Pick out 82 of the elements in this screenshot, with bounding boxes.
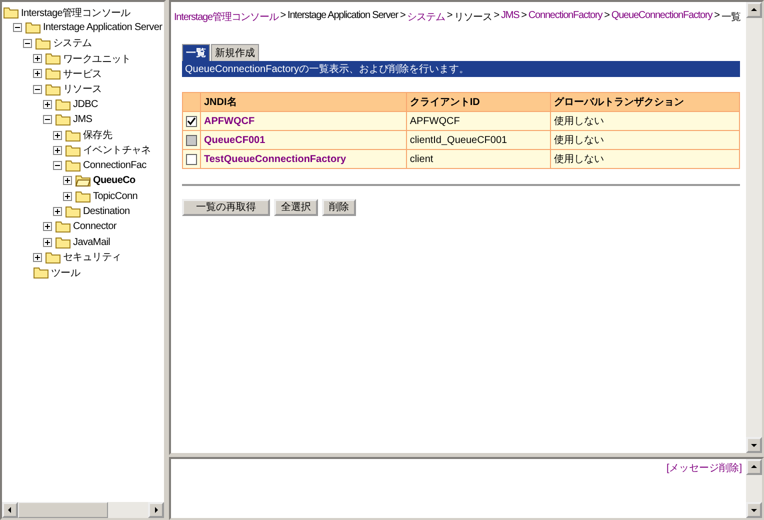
- tree-item[interactable]: Interstage管理コンソール: [21, 6, 130, 20]
- expand-icon[interactable]: [63, 192, 72, 201]
- table-cell: 使用しない: [550, 130, 740, 150]
- arrow-icon: [751, 7, 757, 13]
- scroll-up-button[interactable]: [746, 2, 762, 18]
- tab[interactable]: 一覧: [182, 44, 210, 61]
- breadcrumb-link[interactable]: ConnectionFactory: [528, 10, 602, 24]
- expand-icon[interactable]: [43, 222, 52, 232]
- breadcrumb-separator: >: [494, 10, 499, 23]
- tree-item[interactable]: ツール: [51, 266, 80, 280]
- breadcrumb-separator: >: [604, 10, 610, 23]
- breadcrumb-text: リソース: [454, 11, 492, 24]
- tree-item[interactable]: ワークユニット: [63, 52, 131, 66]
- breadcrumb-link[interactable]: システム: [407, 10, 445, 24]
- tree-item[interactable]: QueueCo: [93, 175, 136, 186]
- breadcrumb-text: Interstage Application Server: [288, 10, 398, 23]
- row-checkbox[interactable]: [186, 154, 197, 164]
- table-cell: clientId_QueueCF001: [406, 130, 550, 150]
- tree-item[interactable]: 保存先: [83, 128, 112, 142]
- scroll-left-button[interactable]: [2, 502, 18, 518]
- tree-item[interactable]: JMS: [73, 114, 92, 126]
- scroll-up-button[interactable]: [746, 459, 762, 475]
- expand-icon[interactable]: [53, 146, 62, 155]
- arrow-icon: [751, 464, 757, 470]
- table-header: グローバルトランザクション: [550, 92, 740, 112]
- expand-icon[interactable]: [43, 100, 52, 109]
- breadcrumb-link[interactable]: Interstage管理コンソール: [174, 10, 278, 24]
- expand-icon[interactable]: [43, 238, 52, 247]
- table-cell[interactable]: APFWQCF: [200, 112, 406, 130]
- tree-item[interactable]: ConnectionFac: [83, 160, 146, 172]
- table-cell: client: [406, 150, 550, 168]
- scroll-down-button[interactable]: [746, 437, 762, 453]
- arrow-icon: [751, 507, 757, 513]
- arrow-icon: [751, 442, 757, 448]
- collapse-icon[interactable]: [53, 161, 62, 170]
- breadcrumb-link[interactable]: JMS: [500, 10, 520, 24]
- tree-item[interactable]: Interstage Application Server: [43, 22, 162, 34]
- tree-item[interactable]: Destination: [83, 206, 130, 217]
- collapse-icon[interactable]: [43, 115, 52, 124]
- table-cell: APFWQCF: [406, 112, 550, 130]
- table-header: クライアントID: [406, 92, 550, 112]
- collapse-icon[interactable]: [13, 23, 22, 32]
- breadcrumb-text: 一覧: [721, 11, 740, 24]
- arrow-icon: [7, 507, 13, 513]
- expand-icon[interactable]: [33, 54, 42, 64]
- tree-item[interactable]: JDBC: [73, 98, 98, 110]
- collapse-icon[interactable]: [33, 84, 42, 94]
- tree-item[interactable]: セキュリティ: [63, 250, 122, 264]
- tree-item[interactable]: リソース: [63, 82, 102, 96]
- expand-icon[interactable]: [63, 176, 72, 186]
- breadcrumb-separator: >: [714, 10, 720, 23]
- action-button[interactable]: 削除: [322, 199, 356, 216]
- breadcrumb-separator: >: [521, 10, 526, 23]
- expand-icon[interactable]: [33, 252, 42, 262]
- table-header: JNDI名: [200, 92, 406, 112]
- expand-icon[interactable]: [53, 207, 62, 216]
- action-button[interactable]: 全選択: [274, 199, 318, 216]
- description-bar: QueueConnectionFactoryの一覧表示、および削除を行います。: [182, 61, 740, 77]
- breadcrumb-link[interactable]: QueueConnectionFactory: [611, 10, 712, 24]
- scrollbar-thumb[interactable]: [18, 502, 108, 518]
- clear-messages-link[interactable]: [メッセージ削除]: [666, 461, 742, 473]
- table-cell: 使用しない: [550, 112, 740, 130]
- tab[interactable]: 新規作成: [211, 44, 259, 61]
- tree-item[interactable]: Connector: [73, 221, 116, 232]
- action-button[interactable]: 一覧の再取得: [182, 199, 270, 216]
- scroll-down-button[interactable]: [746, 502, 762, 518]
- row-checkbox[interactable]: [186, 116, 197, 126]
- tree-item[interactable]: JavaMail: [73, 236, 110, 248]
- tree-item[interactable]: TopicConn: [93, 190, 138, 202]
- breadcrumb-separator: >: [280, 10, 286, 23]
- scroll-right-button[interactable]: [148, 502, 164, 518]
- tree-item[interactable]: サービス: [63, 66, 102, 81]
- collapse-icon[interactable]: [23, 38, 32, 48]
- breadcrumb-separator: >: [446, 10, 452, 23]
- tree-item[interactable]: イベントチャネ: [83, 143, 151, 158]
- table-cell: 使用しない: [550, 150, 740, 168]
- breadcrumb-separator: >: [400, 10, 406, 23]
- table-cell[interactable]: TestQueueConnectionFactory: [200, 150, 406, 168]
- expand-icon[interactable]: [53, 130, 62, 140]
- arrow-icon: [153, 507, 159, 513]
- tree-item[interactable]: システム: [53, 36, 92, 50]
- expand-icon[interactable]: [33, 69, 42, 78]
